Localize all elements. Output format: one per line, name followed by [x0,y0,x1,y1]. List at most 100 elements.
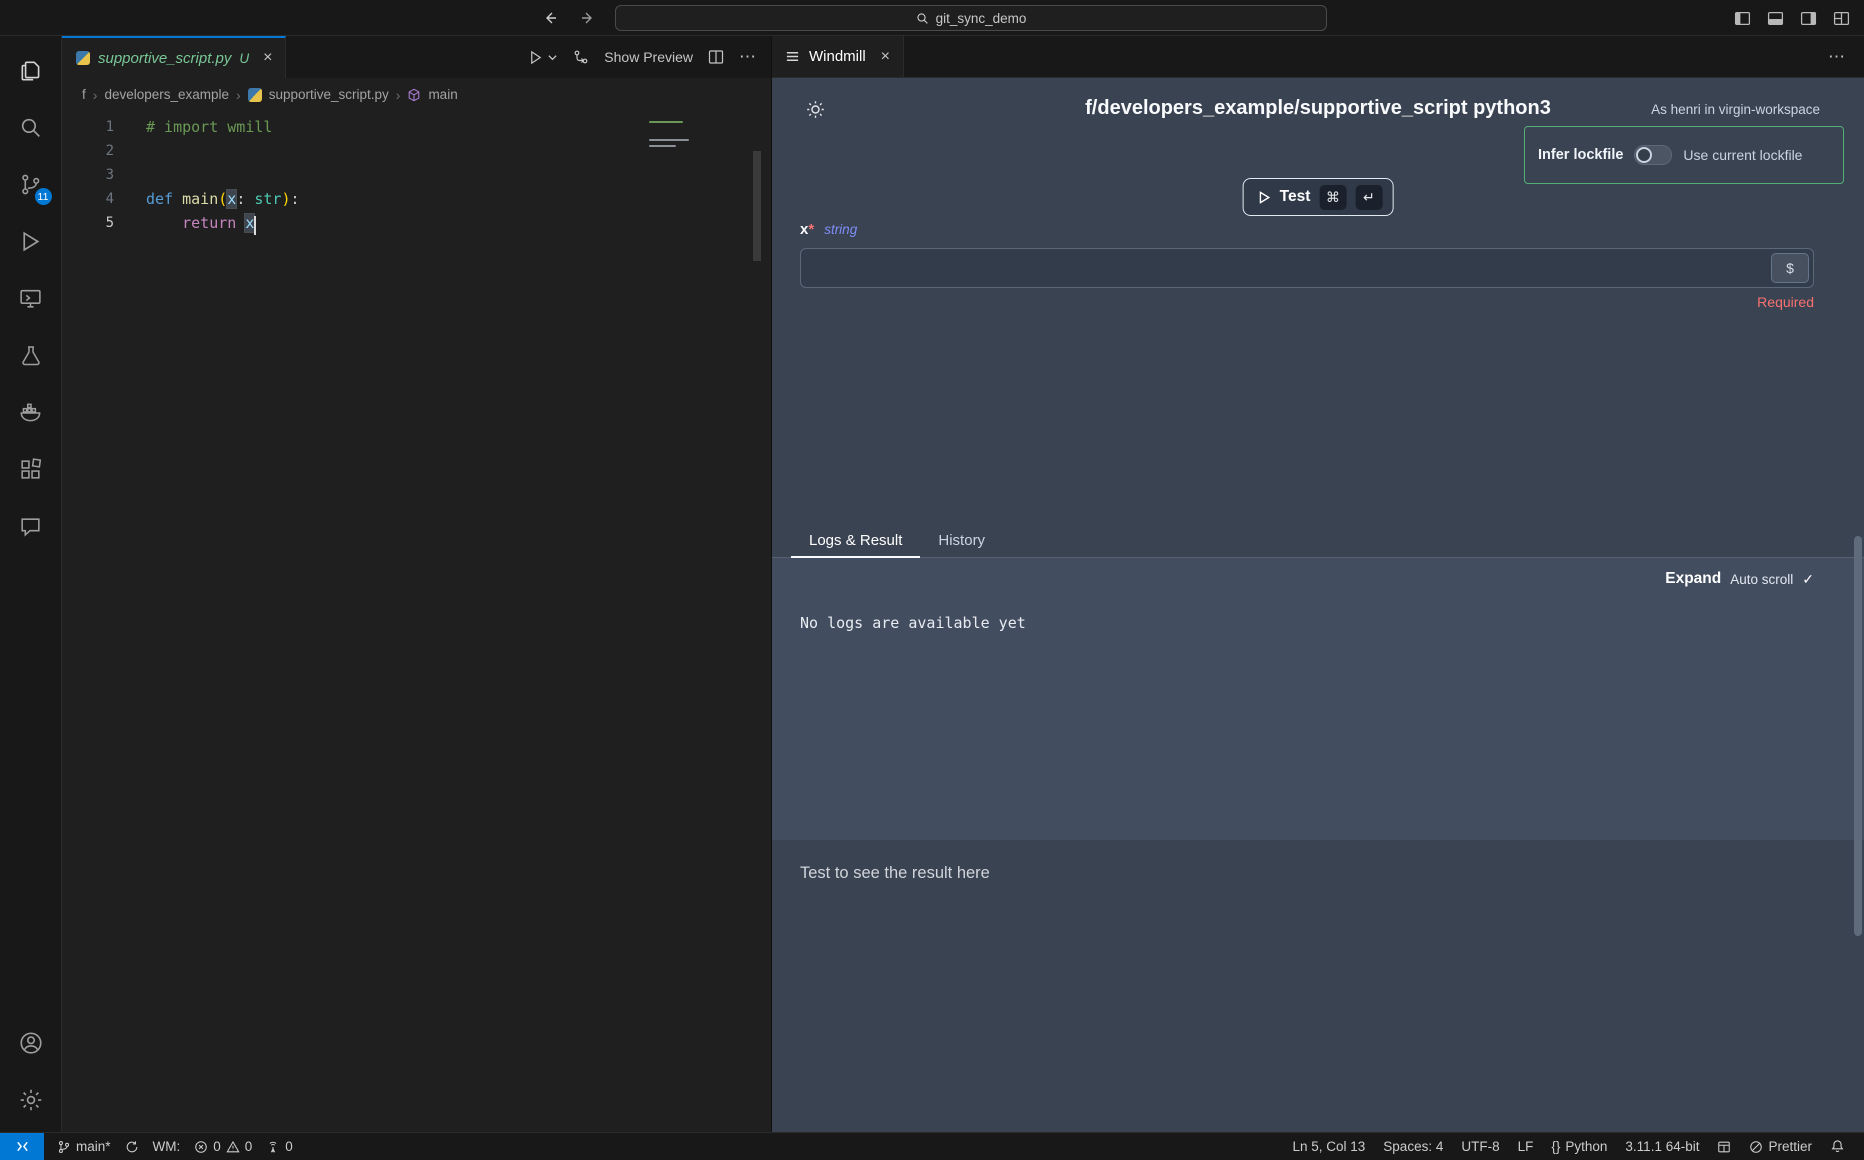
breadcrumb-symbol[interactable]: main [428,87,457,102]
back-icon[interactable] [542,10,558,26]
tab-logs-result[interactable]: Logs & Result [791,524,920,558]
python-file-icon [248,88,262,102]
windmill-icon [785,49,800,64]
tab-label: supportive_script.py [98,50,231,67]
eol-status[interactable]: LF [1509,1133,1543,1160]
tab-supportive-script[interactable]: supportive_script.py U × [62,36,286,78]
run-debug-icon[interactable] [0,213,62,270]
split-editor-icon[interactable] [708,49,724,65]
expand-button[interactable]: Expand [1665,570,1721,588]
cursor-position-status[interactable]: Ln 5, Col 13 [1283,1133,1374,1160]
git-branch-status[interactable]: main* [50,1133,118,1160]
windmill-tab-bar: Windmill × ⋯ [772,36,1864,78]
infer-lockfile-toggle[interactable] [1634,145,1672,165]
insert-variable-button[interactable]: $ [1771,253,1809,283]
remote-explorer-icon[interactable] [0,270,62,327]
forward-icon[interactable] [580,10,596,26]
toggle-knob [1636,147,1652,163]
tab-windmill[interactable]: Windmill × [772,36,904,77]
test-button[interactable]: Test ⌘ ↵ [1243,178,1394,216]
panel-grid-status[interactable] [1708,1133,1740,1160]
branch-icon [57,1140,71,1154]
more-actions-icon[interactable]: ⋯ [739,47,757,67]
toggle-panel-bottom-icon[interactable] [1767,10,1784,27]
close-icon[interactable]: × [263,49,272,67]
breadcrumb-folder[interactable]: developers_example [104,87,229,102]
encoding-status[interactable]: UTF-8 [1452,1133,1508,1160]
toggle-sidebar-left-icon[interactable] [1734,10,1751,27]
search-value: git_sync_demo [936,11,1027,26]
line-content [114,139,146,163]
lockfile-options: Infer lockfile Use current lockfile [1524,126,1844,184]
show-preview-button[interactable]: Show Preview [604,49,693,65]
explorer-icon[interactable] [0,42,62,99]
customize-layout-icon[interactable] [1833,10,1850,27]
editor-tab-bar: supportive_script.py U × Show Preview ⋯ [62,36,771,78]
windmill-group: Windmill × ⋯ f/developers_example/suppor… [772,36,1864,1132]
problems-status[interactable]: 0 0 [187,1133,259,1160]
breadcrumb-file[interactable]: supportive_script.py [269,87,389,102]
chat-icon[interactable] [0,498,62,555]
sync-status[interactable] [118,1133,146,1160]
extensions-icon[interactable] [0,441,62,498]
windmill-status[interactable]: WM: [146,1133,188,1160]
python-file-icon [76,51,90,65]
test-button-label: Test [1280,188,1311,206]
use-current-lockfile-label: Use current lockfile [1683,147,1802,163]
windmill-panel: f/developers_example/supportive_script p… [772,78,1864,1132]
notifications-bell[interactable] [1821,1133,1854,1160]
search-view-icon[interactable] [0,99,62,156]
auto-scroll-label[interactable]: Auto scroll [1730,572,1793,587]
command-center-search[interactable]: git_sync_demo [615,5,1327,31]
line-number: 1 [62,115,114,139]
code-line[interactable]: 5 return x [62,211,771,235]
status-left: main* WM: 0 0 0 [44,1133,300,1160]
code-line[interactable]: 3 [62,163,771,187]
result-tabs: Logs & Result History [772,524,1864,558]
breadcrumb-root[interactable]: f [82,87,86,102]
source-control-icon[interactable]: 11 [0,156,62,213]
panel-scrollbar[interactable] [1854,536,1862,936]
logs-panel: Expand Auto scroll ✓ No logs are availab… [772,558,1864,840]
code-line[interactable]: 4def main(x: str): [62,187,771,211]
prettier-status[interactable]: Prettier [1740,1133,1821,1160]
toggle-sidebar-right-icon[interactable] [1800,10,1817,27]
ports-status[interactable]: 0 [259,1133,300,1160]
run-python-file-button[interactable] [528,50,558,65]
error-icon [194,1140,208,1154]
tab-history[interactable]: History [920,524,1003,557]
run-context-label: As henri in virgin-workspace [1651,102,1820,117]
more-actions-icon[interactable]: ⋯ [1828,47,1864,67]
field-type: string [824,222,857,237]
language-status[interactable]: {} Python [1542,1133,1616,1160]
testing-icon[interactable] [0,327,62,384]
interpreter-status[interactable]: 3.11.1 64-bit [1616,1133,1708,1160]
code-editor[interactable]: 1# import wmill234def main(x: str):5 ret… [62,111,771,1132]
scm-badge: 11 [35,188,52,205]
git-untracked-badge: U [239,51,249,66]
grid-icon [1717,1140,1731,1154]
status-bar: main* WM: 0 0 0 Ln 5, Col 13 Spaces: 4 U… [0,1132,1864,1160]
close-icon[interactable]: × [881,48,890,66]
breadcrumb-separator-icon: › [236,87,241,103]
indentation-status[interactable]: Spaces: 4 [1374,1133,1452,1160]
arg-x-input[interactable] [801,249,1813,287]
activity-bar: 11 [0,36,62,1132]
braces-icon: {} [1551,1139,1560,1154]
symbol-method-icon [407,88,421,102]
minimap[interactable] [649,121,695,151]
check-icon[interactable]: ✓ [1802,571,1814,588]
line-number: 2 [62,139,114,163]
chevron-down-icon[interactable] [547,52,558,63]
open-changes-icon[interactable] [573,49,589,65]
settings-gear-icon[interactable] [0,1071,62,1128]
account-icon[interactable] [0,1014,62,1071]
editor-scrollbar[interactable] [753,151,761,261]
breadcrumb: f › developers_example › supportive_scri… [62,78,771,111]
docker-icon[interactable] [0,384,62,441]
prettier-icon [1749,1140,1763,1154]
remote-icon [15,1139,30,1154]
required-star: * [808,221,814,238]
logs-toolbar: Expand Auto scroll ✓ [1665,570,1814,588]
remote-indicator[interactable] [0,1133,44,1160]
